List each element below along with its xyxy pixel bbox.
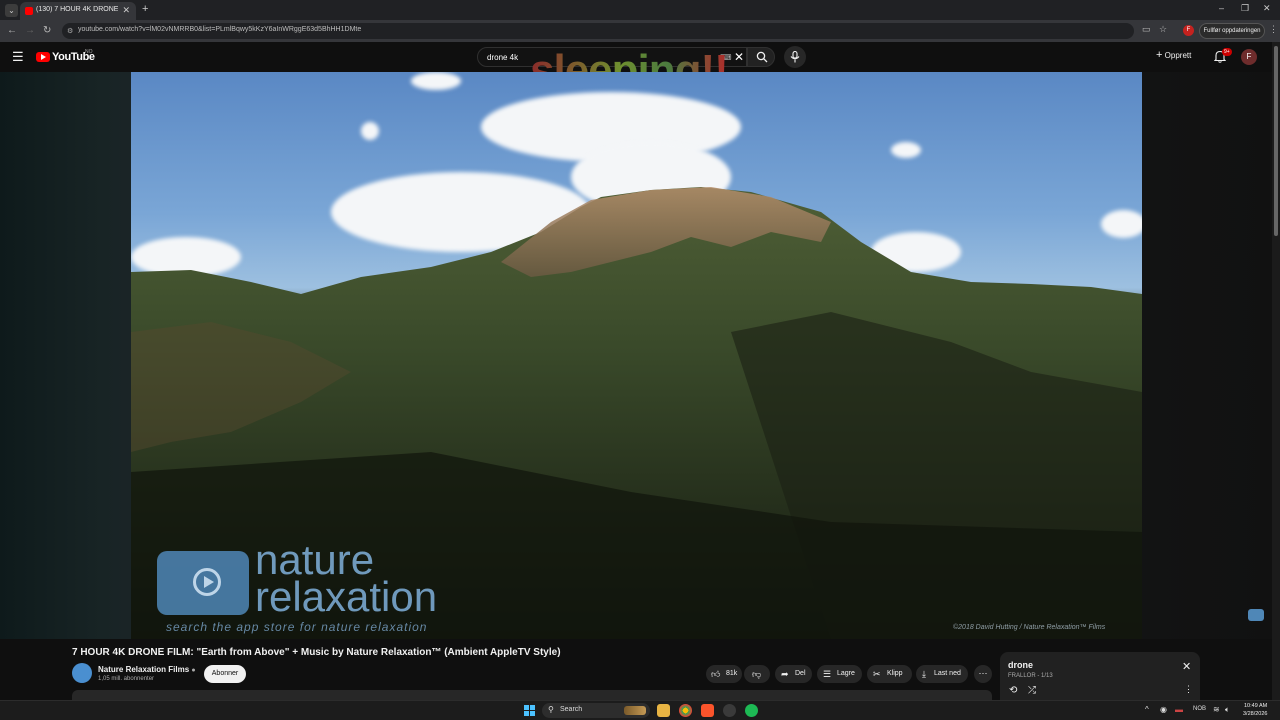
create-label: Opprett — [1164, 51, 1192, 60]
channel-branding-icon[interactable] — [1248, 609, 1264, 621]
like-count: 81k — [726, 670, 738, 677]
restore-icon[interactable]: ❐ — [1241, 3, 1249, 14]
clip-label: Klipp — [887, 670, 903, 677]
scrollbar-thumb[interactable] — [1274, 46, 1278, 236]
more-dots-icon: ⋯ — [978, 668, 988, 678]
input-language[interactable]: NOB — [1193, 706, 1206, 712]
create-button[interactable]: + Opprett — [1156, 49, 1191, 61]
country-code: NO — [85, 49, 93, 55]
plus-icon: + — [1156, 49, 1163, 61]
clock-app-icon[interactable] — [723, 704, 736, 717]
download-icon: ⤓ — [922, 669, 926, 679]
bookmark-star-icon[interactable]: ☆ — [1159, 24, 1167, 35]
account-avatar[interactable]: F — [1241, 49, 1257, 65]
taskbar-search-label: Search — [560, 706, 583, 713]
play-symbol-icon — [193, 568, 221, 596]
browser-tab-bar: ⌄ (130) 7 HOUR 4K DRONE FILM ✕ + – ❐ ✕ — [0, 0, 1280, 20]
playlist-title[interactable]: drone — [1008, 660, 1033, 670]
save-playlist-icon: ☰ — [823, 669, 832, 679]
new-tab-plus-icon[interactable]: + — [142, 3, 148, 15]
playlist-more-icon[interactable]: ⋮ — [1184, 684, 1193, 695]
share-label: Del — [795, 670, 806, 677]
channel-name[interactable]: Nature Relaxation Films ● — [98, 665, 196, 674]
search-icon — [756, 51, 768, 63]
save-label: Lagre — [837, 670, 855, 677]
subscriber-count: 1,05 mill. abonnenter — [98, 676, 155, 682]
site-info-icon[interactable]: ⚙ — [67, 27, 73, 35]
url-text: youtube.com/watch?v=lM02vNMRRB0&list=PLm… — [78, 26, 362, 33]
thumbs-down-icon: 👎︎ — [752, 669, 762, 679]
download-label: Last ned — [934, 670, 961, 677]
chevron-down-icon: ⌄ — [8, 6, 15, 15]
clock-time[interactable]: 10:49 AM — [1244, 703, 1267, 709]
save-button[interactable]: ☰ Lagre — [817, 665, 862, 683]
verified-icon: ● — [191, 667, 196, 674]
back-arrow-icon[interactable]: ← — [7, 25, 17, 36]
notification-count-badge: 9+ — [1222, 48, 1232, 56]
browser-tab[interactable]: (130) 7 HOUR 4K DRONE FILM ✕ — [20, 2, 136, 20]
windows-taskbar: ⚲ Search ^ ◉ ▬ NOB ≋ 🔈︎ 10:49 AM 3/28/20… — [0, 700, 1280, 720]
search-button[interactable] — [747, 47, 775, 67]
cast-icon[interactable]: ▭ — [1142, 24, 1151, 35]
taskbar-search-box[interactable]: ⚲ Search — [542, 703, 650, 718]
minimize-icon[interactable]: – — [1219, 3, 1224, 13]
volume-icon[interactable]: 🔈︎ — [1225, 705, 1230, 715]
hamburger-menu-icon[interactable]: ☰ — [12, 50, 24, 63]
wifi-icon[interactable]: ≋ — [1213, 705, 1220, 714]
share-arrow-icon: ➦ — [781, 669, 789, 679]
channel-name-text: Nature Relaxation Films — [98, 665, 190, 674]
video-title: 7 HOUR 4K DRONE FILM: "Earth from Above"… — [72, 647, 561, 658]
search-icon: ⚲ — [548, 705, 554, 714]
channel-avatar[interactable] — [72, 663, 92, 683]
clock-date[interactable]: 3/28/2026 — [1243, 711, 1267, 717]
search-highlight-image — [624, 706, 646, 715]
file-explorer-icon[interactable] — [657, 704, 670, 717]
playlist-panel: drone FRALLOR - 1/13 ✕ ⟲ ⤮ ⋮ — [1000, 652, 1200, 700]
forward-arrow-icon[interactable]: → — [25, 25, 35, 36]
video-player[interactable]: nature relaxation search the app store f… — [131, 72, 1142, 639]
subscribe-button[interactable]: Abonner — [204, 665, 246, 683]
share-button[interactable]: ➦ Del — [775, 665, 812, 683]
page-scrollbar[interactable] — [1272, 42, 1280, 700]
thumbs-up-icon: 👍︎ — [711, 669, 721, 679]
tab-search-menu-button[interactable]: ⌄ — [5, 4, 18, 17]
playlist-close-icon[interactable]: ✕ — [1182, 662, 1191, 673]
shuffle-icon[interactable]: ⤮ — [1028, 685, 1036, 696]
video-copyright: ©2018 David Hutting / Nature Relaxation™… — [953, 624, 1106, 631]
chrome-icon[interactable] — [679, 704, 692, 717]
youtube-logo-icon[interactable] — [36, 52, 50, 62]
voice-search-button[interactable] — [784, 46, 806, 68]
like-button[interactable]: 👍︎ 81k — [706, 665, 742, 683]
clear-search-icon[interactable]: ✕ — [734, 50, 744, 64]
description-box[interactable] — [72, 690, 992, 700]
browser-menu-icon[interactable]: ⋮ — [1269, 24, 1278, 35]
update-button[interactable]: Fullfør oppdateringen — [1199, 23, 1265, 39]
reload-icon[interactable]: ↻ — [43, 25, 51, 36]
window-close-icon[interactable]: ✕ — [1263, 3, 1271, 14]
more-actions-button[interactable]: ⋯ — [974, 665, 992, 683]
tab-title: (130) 7 HOUR 4K DRONE FILM — [36, 6, 118, 13]
microphone-icon — [790, 51, 800, 63]
tray-flag-icon[interactable]: ▬ — [1175, 705, 1183, 714]
tray-app-icon[interactable]: ◉ — [1160, 705, 1167, 714]
youtube-favicon-icon — [25, 7, 33, 15]
youtube-header: ☰ YouTube NO drone 4k ⌨ ✕ sleeping!! + O… — [0, 42, 1272, 95]
watermark-tagline: search the app store for nature relaxati… — [166, 620, 428, 634]
playlist-subtitle: FRALLOR - 1/13 — [1008, 673, 1053, 679]
tab-close-icon[interactable]: ✕ — [122, 5, 130, 16]
spotify-icon[interactable] — [745, 704, 758, 717]
brave-icon[interactable] — [701, 704, 714, 717]
tray-overflow-icon[interactable]: ^ — [1145, 705, 1149, 714]
profile-icon[interactable]: F — [1183, 25, 1194, 36]
loop-icon[interactable]: ⟲ — [1009, 685, 1017, 696]
watermark-text-relaxation: relaxation — [255, 573, 438, 620]
scissors-icon: ✂ — [873, 669, 881, 679]
dislike-button[interactable]: 👎︎ — [744, 665, 770, 683]
windows-start-icon[interactable] — [524, 705, 535, 716]
address-bar[interactable]: ⚙ youtube.com/watch?v=lM02vNMRRB0&list=P… — [62, 23, 1134, 39]
download-button[interactable]: ⤓ Last ned — [916, 665, 968, 683]
clip-button[interactable]: ✂ Klipp — [867, 665, 912, 683]
browser-toolbar: ← → ↻ ⚙ youtube.com/watch?v=lM02vNMRRB0&… — [0, 20, 1280, 42]
search-input-value: drone 4k — [487, 53, 519, 62]
